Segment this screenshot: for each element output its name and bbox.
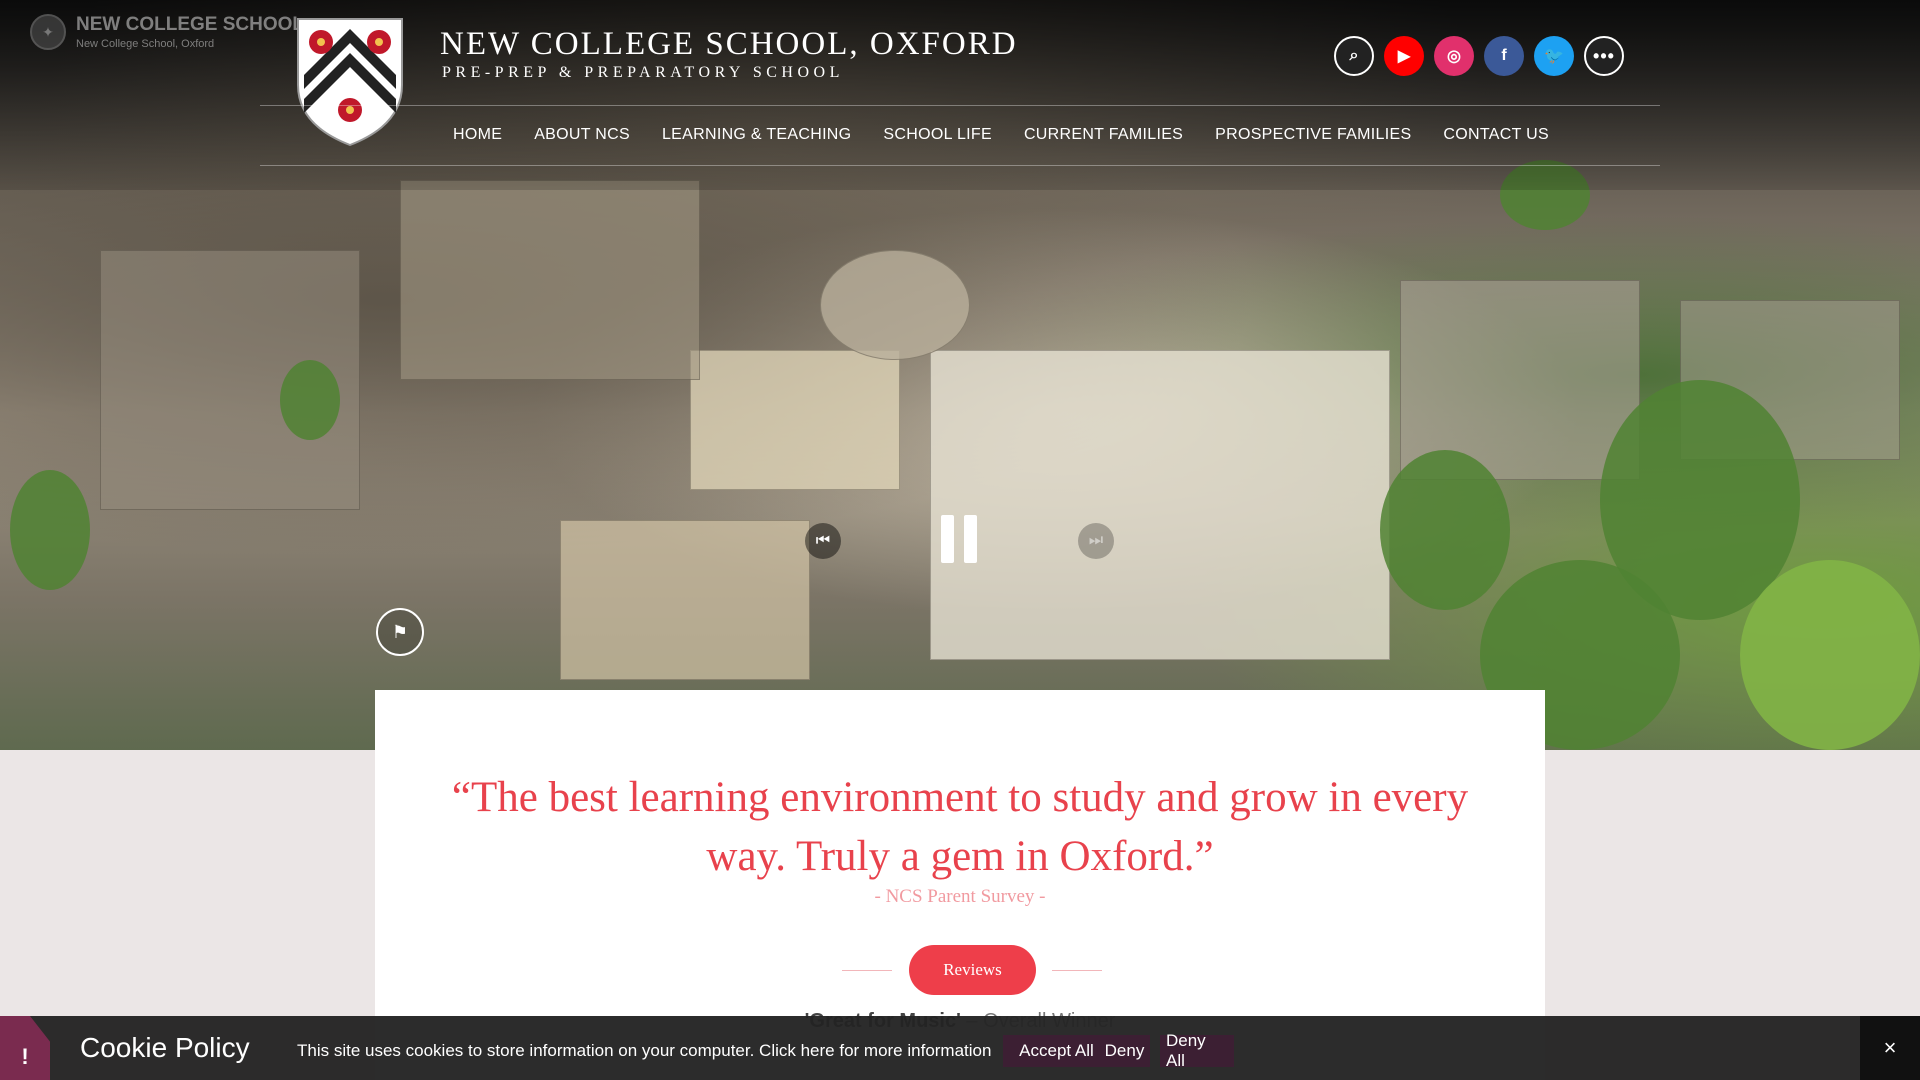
nav-item-learning[interactable]: LEARNING & TEACHING (646, 124, 867, 146)
previous-video-icon[interactable]: ⏮ (805, 523, 841, 559)
nav-divider-top (260, 105, 1660, 106)
instagram-icon[interactable]: ◎ (1434, 36, 1474, 76)
cookie-title: Cookie Policy (80, 1032, 250, 1063)
youtube-icon[interactable]: ▶ (1384, 36, 1424, 76)
reviews-divider-left (842, 970, 892, 971)
nav-item-prospective-families[interactable]: PROSPECTIVE FAMILIES (1199, 124, 1427, 146)
twitter-icon[interactable]: 🐦 (1534, 36, 1574, 76)
nav-item-current-families[interactable]: CURRENT FAMILIES (1008, 124, 1199, 146)
nav-item-school-life[interactable]: SCHOOL LIFE (867, 124, 1008, 146)
nav-item-about[interactable]: ABOUT NCS (518, 124, 646, 146)
facebook-icon[interactable]: f (1484, 36, 1524, 76)
testimonial-quote: “The best learning environment to study … (451, 774, 1469, 880)
reviews-divider-right (1052, 970, 1102, 971)
deny-button[interactable]: Deny (1099, 1035, 1150, 1067)
deny-all-button[interactable]: Deny All (1160, 1031, 1234, 1070)
mini-logo-title: NEW COLLEGE SCHOOL (76, 13, 304, 35)
nav-item-home[interactable]: HOME (453, 124, 518, 146)
search-icon[interactable]: ⌕ (1334, 36, 1374, 76)
nav-item-contact[interactable]: CONTACT US (1427, 124, 1565, 146)
school-crest-logo[interactable] (294, 15, 406, 147)
testimonial-source: - NCS Parent Survey - (874, 886, 1046, 907)
reviews-button[interactable]: Reviews (909, 945, 1036, 995)
close-icon[interactable]: × (1860, 1016, 1920, 1080)
next-video-icon[interactable]: ⏭ (1078, 523, 1114, 559)
social-icons: ⌕ ▶ ◎ f 🐦 ••• (1334, 36, 1624, 76)
cookie-info-link[interactable]: This site uses cookies to store informat… (297, 1041, 991, 1061)
nav-divider-bottom (260, 165, 1660, 166)
mini-logo[interactable]: ✦ NEW COLLEGE SCHOOL New College School,… (30, 14, 304, 50)
more-icon[interactable]: ••• (1584, 36, 1624, 76)
hero-video-background (0, 0, 1920, 750)
school-title[interactable]: NEW COLLEGE SCHOOL, OXFORD (440, 26, 1018, 63)
flag-icon[interactable]: ⚑ (376, 608, 424, 656)
mini-logo-subtitle: New College School, Oxford (76, 37, 215, 50)
pause-icon[interactable] (930, 510, 988, 568)
accept-all-button[interactable]: Accept All (1003, 1035, 1110, 1067)
school-subtitle: PRE-PREP & PREPARATORY SCHOOL (442, 64, 844, 81)
mini-crest-icon: ✦ (30, 14, 66, 50)
main-nav: HOME ABOUT NCS LEARNING & TEACHING SCHOO… (453, 124, 1565, 146)
